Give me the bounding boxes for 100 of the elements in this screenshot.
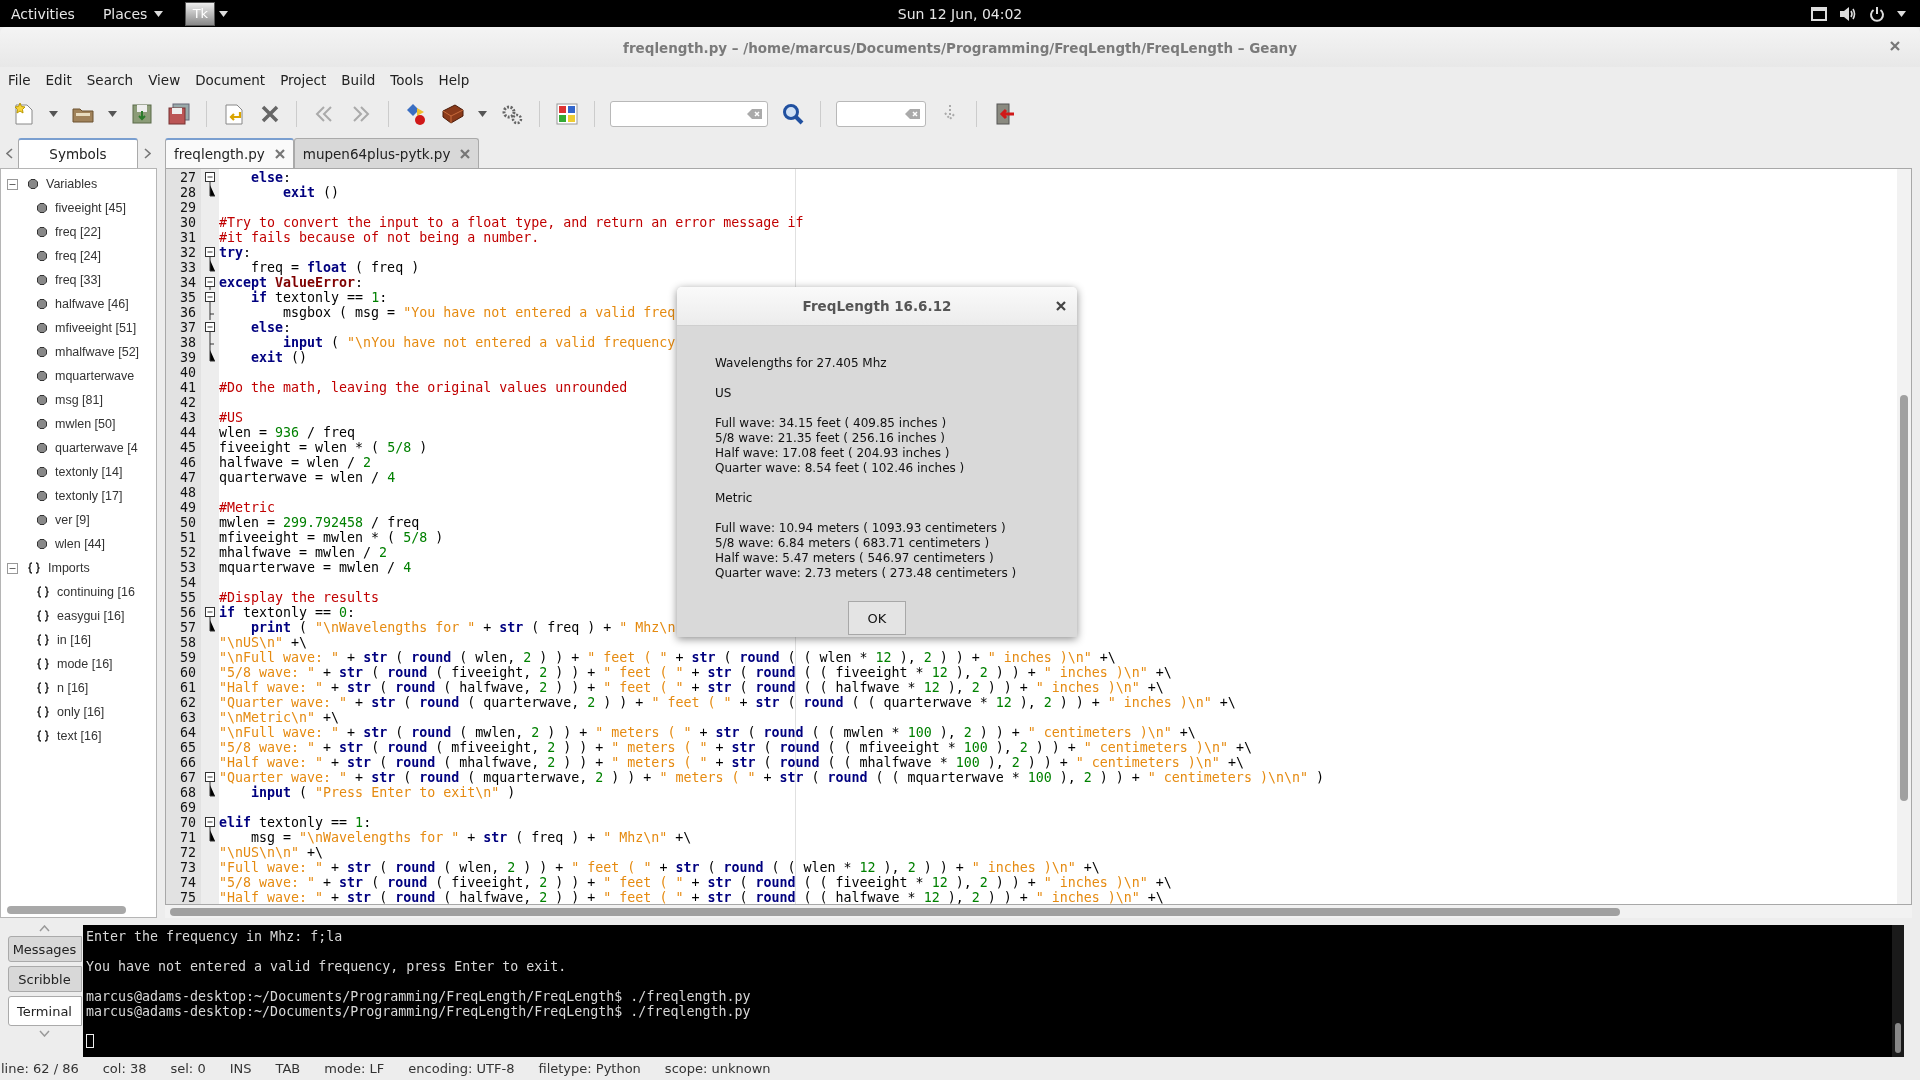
collapse-icon[interactable]	[7, 178, 18, 190]
menu-item[interactable]: File	[8, 72, 37, 88]
tree-item[interactable]: mhalfwave [52]	[55, 345, 140, 359]
scrollbar-thumb[interactable]	[7, 906, 126, 914]
tree-item[interactable]: in [16]	[57, 633, 92, 647]
tree-item[interactable]: mquarterwave	[55, 369, 135, 383]
floppy-disks-icon[interactable]	[167, 102, 191, 126]
close-icon[interactable]	[1056, 301, 1066, 311]
tree-item[interactable]: Imports	[48, 561, 90, 575]
close-icon[interactable]	[274, 149, 285, 159]
sidebar-tab[interactable]: Symbols	[18, 138, 138, 168]
status-item: mode: LF	[324, 1061, 385, 1076]
file-tab[interactable]: mupen64plus-pytk.py	[293, 138, 480, 168]
line-number: 43	[179, 410, 197, 425]
braces-icon	[37, 586, 49, 598]
right-chevron-icon[interactable]	[143, 147, 151, 159]
panel-tab[interactable]: Messages	[7, 936, 82, 962]
caret-icon[interactable]	[154, 10, 164, 17]
tree-item[interactable]: mode [16]	[57, 657, 113, 671]
scrollbar-thumb[interactable]	[1900, 395, 1908, 801]
line-number: 33	[179, 260, 197, 275]
new-document-icon[interactable]	[12, 102, 36, 126]
fold-marker-icon	[204, 770, 216, 785]
places-menu[interactable]: Places	[102, 5, 164, 22]
close-icon[interactable]	[1890, 41, 1900, 51]
tree-item[interactable]: ver [9]	[55, 513, 90, 527]
code-line: "Half wave: " + str ( round ( mhalfwave, 2 ) ) + " meters ( " + str ( round ( ( mhalfwave * 100 ), 2 ) ) + " centimeters )\n" +\	[219, 755, 1244, 770]
code-line: print ( "\nWavelengths for " + str ( freq ) + " Mhz\n	[251, 620, 676, 635]
line-number: 30	[179, 215, 197, 230]
menu-item[interactable]: Search	[86, 72, 140, 88]
menu-item[interactable]: Help	[438, 72, 476, 88]
down-chevron-icon[interactable]	[39, 1030, 50, 1037]
line-number: 34	[179, 275, 197, 290]
menu-item[interactable]: Build	[341, 72, 382, 88]
ok-button[interactable]: OK	[848, 601, 906, 635]
caret-icon[interactable]	[108, 111, 117, 117]
tree-item[interactable]: mfiveeight [51]	[55, 321, 137, 335]
tree-item[interactable]: msg [81]	[55, 393, 103, 407]
line-number: 60	[179, 665, 197, 680]
caret-icon[interactable]	[219, 10, 229, 17]
tree-item[interactable]: halfwave [46]	[55, 297, 129, 311]
power-icon[interactable]	[1869, 5, 1885, 22]
left-chevron-icon[interactable]	[5, 147, 13, 159]
code-editor[interactable]	[165, 168, 1912, 905]
menu-item[interactable]: Tools	[390, 72, 430, 88]
code-line: if textonly == 1:	[251, 290, 388, 305]
search-field[interactable]	[610, 101, 768, 127]
menu-item[interactable]: Document	[195, 72, 272, 88]
tree-item[interactable]: textonly [14]	[55, 465, 123, 479]
tree-item[interactable]: wlen [44]	[55, 537, 106, 551]
tree-item[interactable]: fiveeight [45]	[55, 201, 126, 215]
search-field[interactable]	[836, 101, 926, 127]
caret-icon[interactable]	[49, 111, 58, 117]
line-number: 69	[179, 800, 197, 815]
tree-item[interactable]: text [16]	[57, 729, 102, 743]
tree-item[interactable]: textonly [17]	[55, 489, 123, 503]
color-palette-icon[interactable]	[555, 102, 579, 126]
menu-item[interactable]: View	[148, 72, 187, 88]
brick-icon[interactable]	[441, 102, 465, 126]
caret-icon[interactable]	[478, 111, 487, 117]
up-chevron-icon[interactable]	[39, 925, 50, 932]
message-line: Half wave: 17.08 feet ( 204.93 inches )	[715, 446, 951, 461]
tree-item[interactable]: easygui [16]	[57, 609, 125, 623]
tree-item[interactable]: freq [24]	[55, 249, 101, 263]
tree-item[interactable]: mwlen [50]	[55, 417, 116, 431]
terminal-line: marcus@adams-desktop:~/Documents/Programming/FreqLength/FreqLength$ ./freqlength.py	[86, 989, 752, 1004]
text-cursor	[86, 1034, 94, 1048]
tree-item[interactable]: Variables	[46, 177, 98, 191]
close-icon[interactable]	[259, 103, 281, 125]
caret-icon[interactable]	[1897, 10, 1906, 17]
message-line: Metric	[715, 491, 754, 506]
code-line: input ( "Press Enter to exit\n" )	[250, 785, 516, 800]
code-line: exit ()	[282, 185, 340, 200]
file-tab[interactable]: freqlength.py	[165, 138, 294, 168]
panel-tab[interactable]: Terminal	[7, 996, 82, 1026]
tree-item[interactable]: only [16]	[57, 705, 105, 719]
terminal-line: You have not entered a valid frequency, press Enter to exit.	[86, 959, 568, 974]
tree-item[interactable]: continuing [16	[57, 585, 135, 599]
tree-item[interactable]: n [16]	[57, 681, 89, 695]
menu-item[interactable]: Edit	[45, 72, 78, 88]
tree-item[interactable]: freq [22]	[55, 225, 101, 239]
braces-icon	[37, 658, 49, 670]
scrollbar-thumb[interactable]	[170, 908, 1620, 916]
tree-item[interactable]: freq [33]	[55, 273, 101, 287]
line-number: 72	[179, 845, 197, 860]
status-item: sel: 0	[170, 1061, 206, 1076]
terminal-panel[interactable]	[83, 925, 1904, 1057]
search-icon[interactable]	[781, 102, 805, 126]
menu-item[interactable]: Project	[280, 72, 333, 88]
scrollbar-thumb[interactable]	[1895, 1023, 1901, 1053]
clock[interactable]: Sun 12 Jun, 04:02	[897, 5, 1023, 22]
panel-tab[interactable]: Scribble	[7, 966, 82, 992]
window-icon[interactable]	[1811, 6, 1827, 21]
line-number: 61	[179, 680, 197, 695]
activities-button[interactable]: Activities	[1, 5, 85, 22]
fold-marker-icon	[204, 275, 216, 290]
tree-item[interactable]: quarterwave [4	[55, 441, 138, 455]
speaker-icon[interactable]	[1839, 5, 1857, 22]
line-number: 46	[179, 455, 197, 470]
collapse-icon[interactable]	[7, 562, 18, 574]
